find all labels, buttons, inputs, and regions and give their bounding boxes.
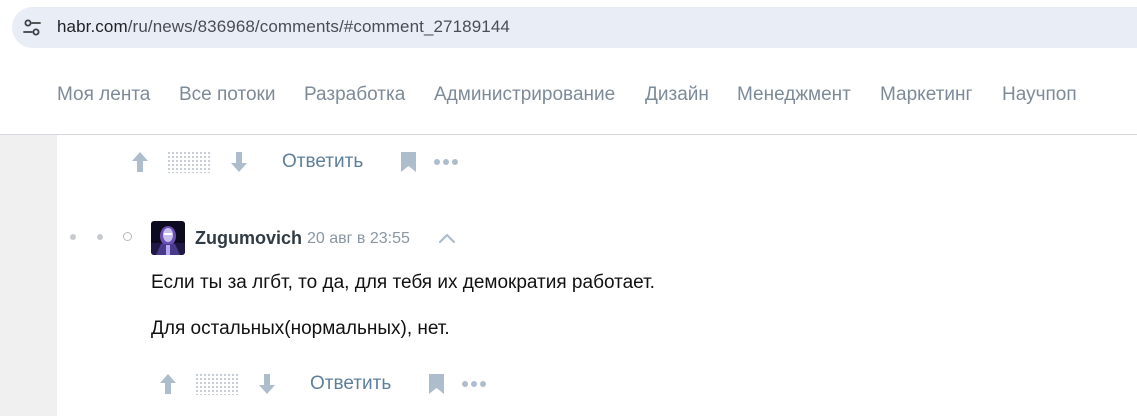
thread-level-indicator [70, 232, 132, 241]
more-options-icon[interactable] [433, 158, 459, 166]
nav-item-design[interactable]: Дизайн [645, 84, 709, 106]
nav-item-all-streams[interactable]: Все потоки [179, 84, 275, 106]
url-path: /ru/news/836968/comments/#comment_271891… [127, 17, 510, 36]
thread-dot [70, 233, 76, 240]
comment-timestamp[interactable]: 20 авг в 23:55 [307, 230, 410, 248]
chevron-up-icon[interactable] [437, 230, 457, 246]
thread-dot-current [123, 232, 132, 241]
bookmark-icon[interactable] [400, 151, 417, 173]
comment-paragraph: Если ты за лгбт, то да, для тебя их демо… [151, 272, 655, 293]
vote-up-icon[interactable] [130, 150, 150, 174]
comment-author[interactable]: Zugumovich [195, 228, 302, 249]
vote-down-icon[interactable] [257, 372, 277, 396]
comment-paragraph: Для остальных(нормальных), нет. [151, 318, 450, 339]
nav-item-administration[interactable]: Администрирование [434, 84, 615, 106]
browser-address-bar: habr.com/ru/news/836968/comments/#commen… [0, 0, 1137, 57]
avatar[interactable] [151, 221, 185, 255]
nav-item-management[interactable]: Менеджмент [737, 84, 851, 106]
nav-item-my-feed[interactable]: Моя лента [57, 84, 150, 106]
page-gutter [0, 135, 57, 416]
vote-up-icon[interactable] [158, 372, 178, 396]
bookmark-icon[interactable] [428, 373, 445, 395]
url-text[interactable]: habr.com/ru/news/836968/comments/#commen… [57, 17, 510, 37]
thread-dot [97, 233, 103, 240]
more-options-icon[interactable] [461, 380, 487, 388]
tune-icon[interactable] [22, 18, 42, 38]
nav-item-development[interactable]: Разработка [304, 84, 405, 106]
previous-comment-actions: Ответить [130, 147, 459, 177]
url-host: habr.com [57, 17, 128, 36]
nav-item-popsci[interactable]: Научпоп [1002, 84, 1077, 106]
reply-button[interactable]: Ответить [282, 151, 363, 173]
nav-item-marketing[interactable]: Маркетинг [880, 84, 972, 106]
vote-score-hidden [195, 373, 240, 395]
comment-actions: Ответить [158, 369, 487, 399]
reply-button[interactable]: Ответить [310, 373, 391, 395]
vote-down-icon[interactable] [229, 150, 249, 174]
site-nav: Моя лента Все потоки Разработка Админист… [0, 57, 1137, 135]
vote-score-hidden [167, 151, 212, 173]
